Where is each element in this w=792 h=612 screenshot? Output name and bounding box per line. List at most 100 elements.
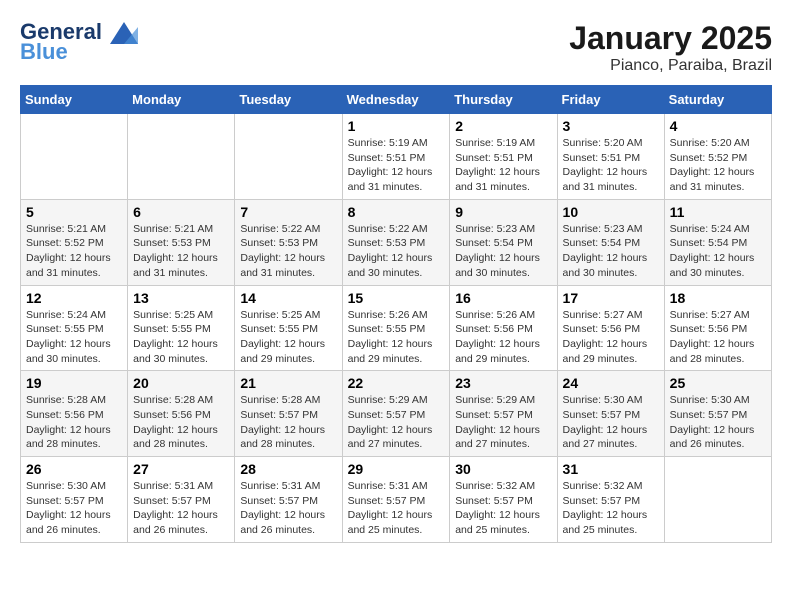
calendar-week-3: 12Sunrise: 5:24 AM Sunset: 5:55 PM Dayli… [21, 285, 772, 371]
day-number: 25 [670, 375, 766, 391]
calendar-cell: 7 Sunrise: 5:22 AM Sunset: 5:53 PM Daylig… [235, 199, 342, 285]
day-info: Sunrise: 5:22 AM Sunset: 5:53 PM Dayligh… [240, 222, 336, 281]
calendar-cell: 11Sunrise: 5:24 AM Sunset: 5:54 PM Dayli… [664, 199, 771, 285]
logo: General Blue [20, 20, 140, 64]
calendar-cell: 2Sunrise: 5:19 AM Sunset: 5:51 PM Daylig… [450, 114, 557, 200]
day-info: Sunrise: 5:24 AM Sunset: 5:54 PM Dayligh… [670, 222, 766, 281]
day-number: 1 [348, 118, 445, 134]
calendar-cell: 21Sunrise: 5:28 AM Sunset: 5:57 PM Dayli… [235, 371, 342, 457]
page-header: General Blue January 2025 Pianco, Paraib… [20, 20, 772, 75]
day-info: Sunrise: 5:32 AM Sunset: 5:57 PM Dayligh… [455, 479, 551, 538]
calendar-cell: 14Sunrise: 5:25 AM Sunset: 5:55 PM Dayli… [235, 285, 342, 371]
weekday-header-sunday: Sunday [21, 86, 128, 114]
calendar-cell: 20 Sunrise: 5:28 AM Sunset: 5:56 PM Dayli… [128, 371, 235, 457]
day-number: 28 [240, 461, 336, 477]
day-info: Sunrise: 5:30 AM Sunset: 5:57 PM Dayligh… [563, 393, 659, 452]
calendar-cell: 12Sunrise: 5:24 AM Sunset: 5:55 PM Dayli… [21, 285, 128, 371]
day-info: Sunrise: 5:20 AM Sunset: 5:52 PM Dayligh… [670, 136, 766, 195]
calendar-cell: 28 Sunrise: 5:31 AM Sunset: 5:57 PM Dayli… [235, 457, 342, 543]
day-number: 23 [455, 375, 551, 391]
day-number: 5 [26, 204, 122, 220]
calendar-cell: 23 Sunrise: 5:29 AM Sunset: 5:57 PM Dayli… [450, 371, 557, 457]
calendar-week-5: 26 Sunrise: 5:30 AM Sunset: 5:57 PM Dayli… [21, 457, 772, 543]
day-info: Sunrise: 5:26 AM Sunset: 5:55 PM Dayligh… [348, 308, 445, 367]
calendar-cell: 26 Sunrise: 5:30 AM Sunset: 5:57 PM Dayli… [21, 457, 128, 543]
day-info: Sunrise: 5:20 AM Sunset: 5:51 PM Dayligh… [563, 136, 659, 195]
calendar-week-2: 5 Sunrise: 5:21 AM Sunset: 5:52 PM Daylig… [21, 199, 772, 285]
calendar-cell: 18Sunrise: 5:27 AM Sunset: 5:56 PM Dayli… [664, 285, 771, 371]
day-info: Sunrise: 5:28 AM Sunset: 5:56 PM Dayligh… [26, 393, 122, 452]
day-number: 2 [455, 118, 551, 134]
calendar-cell: 10 Sunrise: 5:23 AM Sunset: 5:54 PM Dayli… [557, 199, 664, 285]
calendar-cell: 17Sunrise: 5:27 AM Sunset: 5:56 PM Dayli… [557, 285, 664, 371]
day-info: Sunrise: 5:27 AM Sunset: 5:56 PM Dayligh… [670, 308, 766, 367]
calendar-cell [235, 114, 342, 200]
calendar-cell: 31 Sunrise: 5:32 AM Sunset: 5:57 PM Dayli… [557, 457, 664, 543]
calendar-cell: 6 Sunrise: 5:21 AM Sunset: 5:53 PM Daylig… [128, 199, 235, 285]
calendar-cell: 25Sunrise: 5:30 AM Sunset: 5:57 PM Dayli… [664, 371, 771, 457]
day-info: Sunrise: 5:23 AM Sunset: 5:54 PM Dayligh… [563, 222, 659, 281]
weekday-header-monday: Monday [128, 86, 235, 114]
calendar-cell: 5 Sunrise: 5:21 AM Sunset: 5:52 PM Daylig… [21, 199, 128, 285]
day-number: 24 [563, 375, 659, 391]
day-number: 4 [670, 118, 766, 134]
day-number: 10 [563, 204, 659, 220]
day-number: 22 [348, 375, 445, 391]
day-number: 3 [563, 118, 659, 134]
day-info: Sunrise: 5:21 AM Sunset: 5:52 PM Dayligh… [26, 222, 122, 281]
day-info: Sunrise: 5:21 AM Sunset: 5:53 PM Dayligh… [133, 222, 229, 281]
calendar-cell: 9 Sunrise: 5:23 AM Sunset: 5:54 PM Daylig… [450, 199, 557, 285]
day-info: Sunrise: 5:31 AM Sunset: 5:57 PM Dayligh… [348, 479, 445, 538]
day-number: 15 [348, 290, 445, 306]
day-number: 26 [26, 461, 122, 477]
day-number: 7 [240, 204, 336, 220]
calendar-cell: 3 Sunrise: 5:20 AM Sunset: 5:51 PM Daylig… [557, 114, 664, 200]
day-number: 12 [26, 290, 122, 306]
day-number: 19 [26, 375, 122, 391]
calendar-cell: 27 Sunrise: 5:31 AM Sunset: 5:57 PM Dayli… [128, 457, 235, 543]
calendar-cell: 30Sunrise: 5:32 AM Sunset: 5:57 PM Dayli… [450, 457, 557, 543]
calendar-cell [128, 114, 235, 200]
calendar-header-row: SundayMondayTuesdayWednesdayThursdayFrid… [21, 86, 772, 114]
day-number: 17 [563, 290, 659, 306]
weekday-header-tuesday: Tuesday [235, 86, 342, 114]
calendar-cell: 19 Sunrise: 5:28 AM Sunset: 5:56 PM Dayli… [21, 371, 128, 457]
calendar-cell: 1 Sunrise: 5:19 AM Sunset: 5:51 PM Daylig… [342, 114, 450, 200]
calendar-cell: 8 Sunrise: 5:22 AM Sunset: 5:53 PM Daylig… [342, 199, 450, 285]
calendar-week-1: 1 Sunrise: 5:19 AM Sunset: 5:51 PM Daylig… [21, 114, 772, 200]
day-info: Sunrise: 5:31 AM Sunset: 5:57 PM Dayligh… [133, 479, 229, 538]
calendar-cell: 22Sunrise: 5:29 AM Sunset: 5:57 PM Dayli… [342, 371, 450, 457]
calendar-cell: 13 Sunrise: 5:25 AM Sunset: 5:55 PM Dayli… [128, 285, 235, 371]
day-info: Sunrise: 5:28 AM Sunset: 5:56 PM Dayligh… [133, 393, 229, 452]
day-number: 16 [455, 290, 551, 306]
day-number: 9 [455, 204, 551, 220]
day-number: 31 [563, 461, 659, 477]
day-info: Sunrise: 5:23 AM Sunset: 5:54 PM Dayligh… [455, 222, 551, 281]
day-number: 27 [133, 461, 229, 477]
day-info: Sunrise: 5:19 AM Sunset: 5:51 PM Dayligh… [348, 136, 445, 195]
calendar-cell [664, 457, 771, 543]
calendar-cell [21, 114, 128, 200]
day-number: 8 [348, 204, 445, 220]
location-subtitle: Pianco, Paraiba, Brazil [569, 57, 772, 75]
calendar-cell: 29Sunrise: 5:31 AM Sunset: 5:57 PM Dayli… [342, 457, 450, 543]
day-number: 6 [133, 204, 229, 220]
day-info: Sunrise: 5:29 AM Sunset: 5:57 PM Dayligh… [455, 393, 551, 452]
calendar-cell: 15 Sunrise: 5:26 AM Sunset: 5:55 PM Dayli… [342, 285, 450, 371]
weekday-header-wednesday: Wednesday [342, 86, 450, 114]
title-block: January 2025 Pianco, Paraiba, Brazil [569, 20, 772, 75]
calendar-week-4: 19 Sunrise: 5:28 AM Sunset: 5:56 PM Dayli… [21, 371, 772, 457]
day-info: Sunrise: 5:32 AM Sunset: 5:57 PM Dayligh… [563, 479, 659, 538]
day-info: Sunrise: 5:28 AM Sunset: 5:57 PM Dayligh… [240, 393, 336, 452]
day-info: Sunrise: 5:30 AM Sunset: 5:57 PM Dayligh… [26, 479, 122, 538]
day-number: 20 [133, 375, 229, 391]
weekday-header-saturday: Saturday [664, 86, 771, 114]
weekday-header-friday: Friday [557, 86, 664, 114]
day-info: Sunrise: 5:25 AM Sunset: 5:55 PM Dayligh… [133, 308, 229, 367]
day-info: Sunrise: 5:22 AM Sunset: 5:53 PM Dayligh… [348, 222, 445, 281]
day-number: 14 [240, 290, 336, 306]
day-info: Sunrise: 5:31 AM Sunset: 5:57 PM Dayligh… [240, 479, 336, 538]
weekday-header-thursday: Thursday [450, 86, 557, 114]
day-number: 13 [133, 290, 229, 306]
calendar-cell: 4 Sunrise: 5:20 AM Sunset: 5:52 PM Daylig… [664, 114, 771, 200]
